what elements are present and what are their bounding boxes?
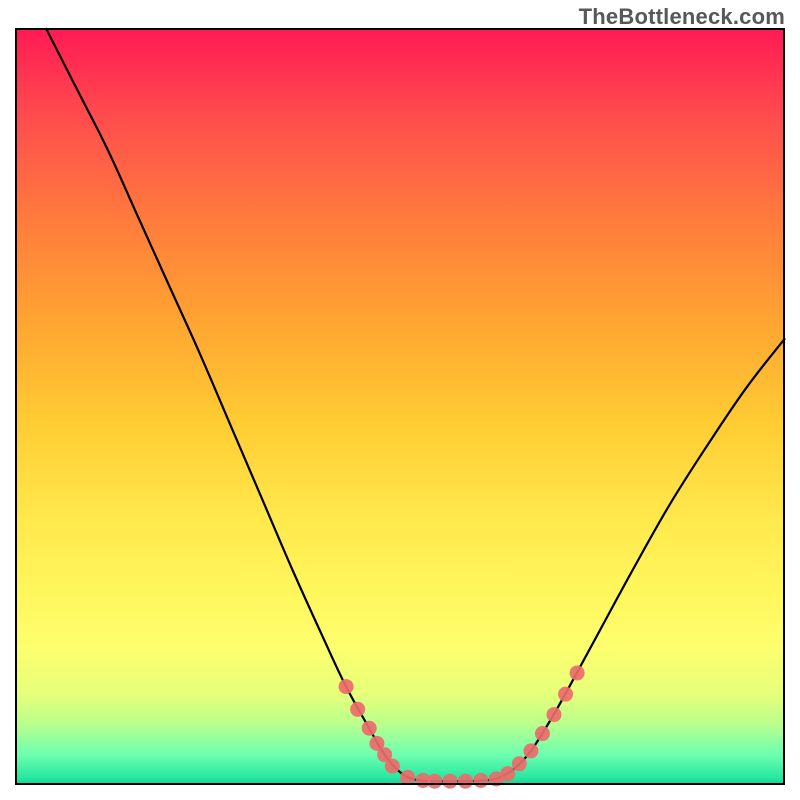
marker-dot <box>443 774 458 789</box>
marker-dot <box>458 774 473 789</box>
marker-dot <box>362 721 377 736</box>
marker-dot <box>385 759 400 774</box>
marker-dot <box>500 766 515 781</box>
bottleneck-curve <box>46 28 785 781</box>
attribution-text: TheBottleneck.com <box>579 4 785 30</box>
marker-dot <box>350 702 365 717</box>
marker-dot <box>339 679 354 694</box>
marker-dot <box>512 756 527 771</box>
marker-dots <box>339 665 585 788</box>
marker-dot <box>558 687 573 702</box>
marker-dot <box>400 770 415 785</box>
chart-frame: TheBottleneck.com <box>0 0 800 800</box>
marker-dot <box>523 743 538 758</box>
marker-dot <box>547 707 562 722</box>
marker-dot <box>473 773 488 788</box>
marker-dot <box>535 726 550 741</box>
chart-svg <box>15 28 785 785</box>
marker-dot <box>570 665 585 680</box>
marker-dot <box>427 774 442 789</box>
